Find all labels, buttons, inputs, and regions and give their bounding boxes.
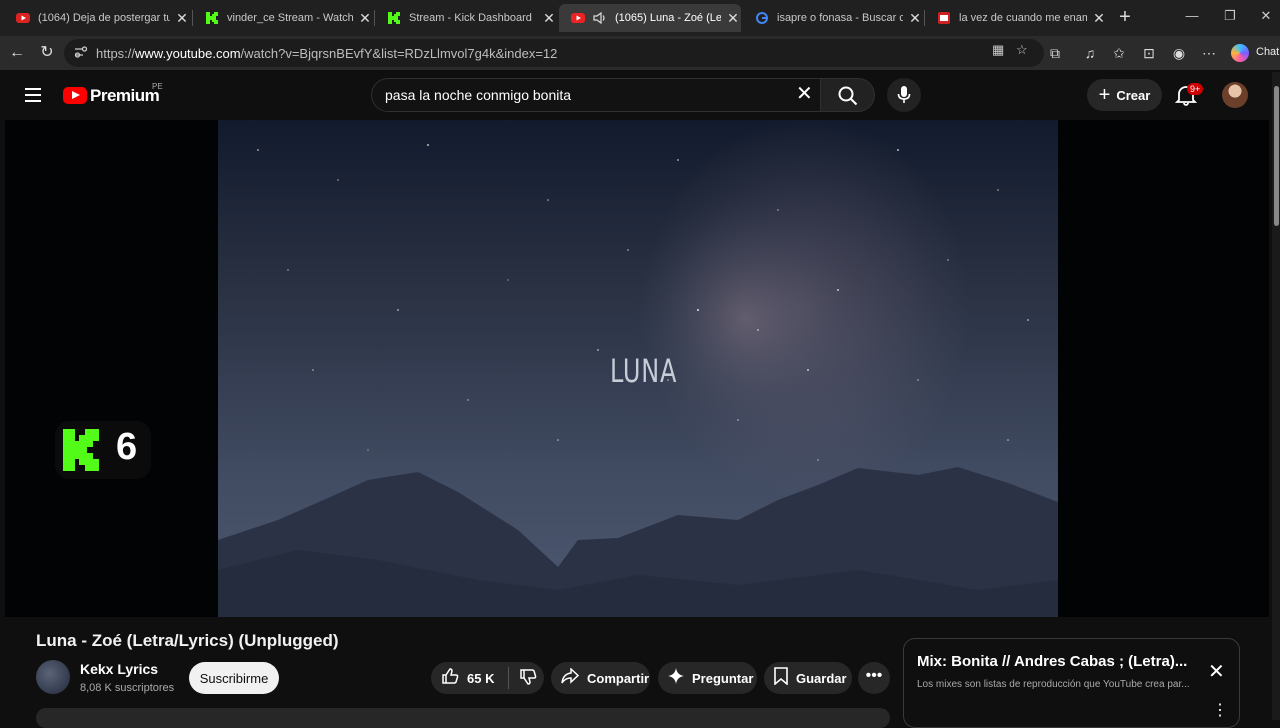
create-label: Crear bbox=[1116, 87, 1151, 103]
extensions-icon[interactable]: ⧉ bbox=[1046, 45, 1064, 62]
clear-search-icon[interactable]: ✕ bbox=[796, 84, 813, 104]
youtube-icon bbox=[571, 11, 585, 25]
share-icon bbox=[561, 667, 580, 688]
new-tab-icon[interactable]: + bbox=[1115, 7, 1135, 28]
kick-counter: 6 bbox=[116, 426, 138, 468]
channel-name[interactable]: Kekx Lyrics bbox=[80, 661, 158, 677]
browser-tab-strip: (1064) Deja de postergar tu vi ✕ vinder_… bbox=[0, 0, 1280, 36]
browser-tab[interactable]: la vez de cuando me enamore ✕ bbox=[925, 6, 1107, 30]
favorite-star-icon[interactable]: ☆ bbox=[1016, 42, 1028, 58]
search-icon bbox=[838, 86, 858, 106]
ask-label: Preguntar bbox=[692, 670, 754, 686]
video-overlay-text: LUNA bbox=[610, 352, 678, 390]
share-button[interactable]: Compartir bbox=[551, 662, 650, 694]
close-tab-icon[interactable]: ✕ bbox=[725, 10, 741, 27]
browser-tab[interactable]: vinder_ce Stream - Watch Live ✕ bbox=[193, 6, 373, 30]
video-title: Luna - Zoé (Letra/Lyrics) (Unplugged) bbox=[36, 631, 339, 650]
share-label: Compartir bbox=[587, 670, 650, 686]
description-box[interactable] bbox=[36, 708, 890, 728]
youtube-logo-icon[interactable] bbox=[63, 87, 87, 104]
browser-tab[interactable]: Stream - Kick Dashboard ✕ bbox=[375, 6, 557, 30]
more-actions-icon[interactable]: ••• bbox=[858, 662, 890, 694]
app-available-icon[interactable]: ▦ bbox=[992, 42, 1004, 58]
close-mix-icon[interactable]: ✕ bbox=[1208, 659, 1225, 684]
media-control-icon[interactable]: ♫ bbox=[1081, 45, 1099, 61]
back-icon[interactable]: ← bbox=[7, 43, 27, 63]
save-label: Guardar bbox=[796, 670, 847, 686]
tab-title: (1065) Luna - Zoé (Letra/L bbox=[615, 12, 721, 24]
address-bar[interactable]: https://www.youtube.com/watch?v=BjqrsnBE… bbox=[64, 39, 1044, 67]
kick-logo-icon bbox=[63, 429, 99, 471]
youtube-icon bbox=[16, 11, 30, 25]
search-button[interactable] bbox=[821, 78, 875, 112]
kick-icon bbox=[387, 11, 401, 25]
search-input[interactable] bbox=[385, 87, 785, 103]
save-button[interactable]: Guardar bbox=[764, 662, 852, 694]
ask-button[interactable]: Preguntar bbox=[658, 662, 757, 694]
mix-subtitle: Los mixes son listas de reproducción que… bbox=[917, 679, 1190, 690]
scrollbar-thumb[interactable] bbox=[1274, 86, 1279, 226]
tab-title: la vez de cuando me enamore bbox=[959, 12, 1087, 24]
browser-tab[interactable]: (1064) Deja de postergar tu vi ✕ bbox=[4, 6, 190, 30]
tab-title: Stream - Kick Dashboard bbox=[409, 12, 532, 24]
like-dislike-group: 65 K bbox=[431, 662, 544, 694]
plus-icon: + bbox=[1098, 83, 1111, 106]
subscribe-button[interactable]: Suscribirme bbox=[189, 662, 279, 694]
country-code: PE bbox=[152, 82, 163, 91]
like-divider bbox=[508, 667, 510, 689]
tab-title: vinder_ce Stream - Watch Live bbox=[227, 12, 353, 24]
bookmark-icon bbox=[774, 667, 788, 689]
close-tab-icon[interactable]: ✕ bbox=[541, 10, 557, 27]
search-box bbox=[371, 78, 821, 112]
favorites-icon[interactable]: ✩ bbox=[1110, 45, 1128, 62]
reload-icon[interactable]: ↻ bbox=[37, 43, 57, 63]
close-tab-icon[interactable]: ✕ bbox=[174, 10, 190, 27]
browser-tab[interactable]: isapre o fonasa - Buscar con G ✕ bbox=[743, 6, 923, 30]
channel-avatar[interactable] bbox=[36, 660, 70, 694]
notification-badge: 9+ bbox=[1187, 83, 1204, 95]
like-count[interactable]: 65 K bbox=[467, 671, 494, 686]
close-tab-icon[interactable]: ✕ bbox=[907, 10, 923, 27]
url-text: https://www.youtube.com/watch?v=BjqrsnBE… bbox=[96, 45, 558, 61]
speaker-icon[interactable] bbox=[593, 11, 607, 25]
site-info-icon[interactable] bbox=[74, 46, 88, 60]
kick-icon bbox=[205, 11, 219, 25]
settings-more-icon[interactable]: ⋯ bbox=[1200, 45, 1218, 62]
voice-search-button[interactable] bbox=[887, 78, 921, 112]
close-tab-icon[interactable]: ✕ bbox=[357, 10, 373, 27]
copilot-icon[interactable] bbox=[1231, 44, 1249, 62]
google-icon bbox=[755, 11, 769, 25]
maximize-icon[interactable]: ❐ bbox=[1220, 8, 1240, 24]
tab-title: isapre o fonasa - Buscar con G bbox=[777, 12, 903, 24]
browser-tab-active[interactable]: (1065) Luna - Zoé (Letra/L ✕ bbox=[559, 4, 741, 32]
collections-icon[interactable]: ⊡ bbox=[1140, 45, 1158, 62]
close-tab-icon[interactable]: ✕ bbox=[1091, 10, 1107, 27]
youtube-brand[interactable]: Premium bbox=[90, 86, 160, 106]
create-button[interactable]: + Crear bbox=[1087, 79, 1162, 111]
youtube-icon bbox=[937, 11, 951, 25]
subscriber-count: 8,08 K suscriptores bbox=[80, 682, 175, 694]
mix-menu-icon[interactable]: ⋮ bbox=[1212, 700, 1228, 720]
mix-title[interactable]: Mix: Bonita // Andres Cabas ; (Letra)... bbox=[917, 653, 1197, 670]
dislike-icon[interactable] bbox=[519, 668, 537, 689]
account-avatar[interactable] bbox=[1222, 82, 1248, 108]
profile-icon[interactable]: ◉ bbox=[1170, 45, 1188, 62]
close-window-icon[interactable]: ✕ bbox=[1256, 8, 1276, 24]
chat-label[interactable]: Chat bbox=[1256, 46, 1279, 58]
like-icon[interactable] bbox=[441, 667, 459, 689]
tab-title: (1064) Deja de postergar tu vi bbox=[38, 12, 170, 24]
address-bar-row: ← ↻ https://www.youtube.com/watch?v=Bjqr… bbox=[0, 36, 1280, 70]
minimize-icon[interactable]: — bbox=[1182, 8, 1202, 23]
menu-icon[interactable] bbox=[25, 88, 41, 102]
sparkle-icon bbox=[668, 668, 684, 688]
microphone-icon bbox=[897, 86, 911, 103]
